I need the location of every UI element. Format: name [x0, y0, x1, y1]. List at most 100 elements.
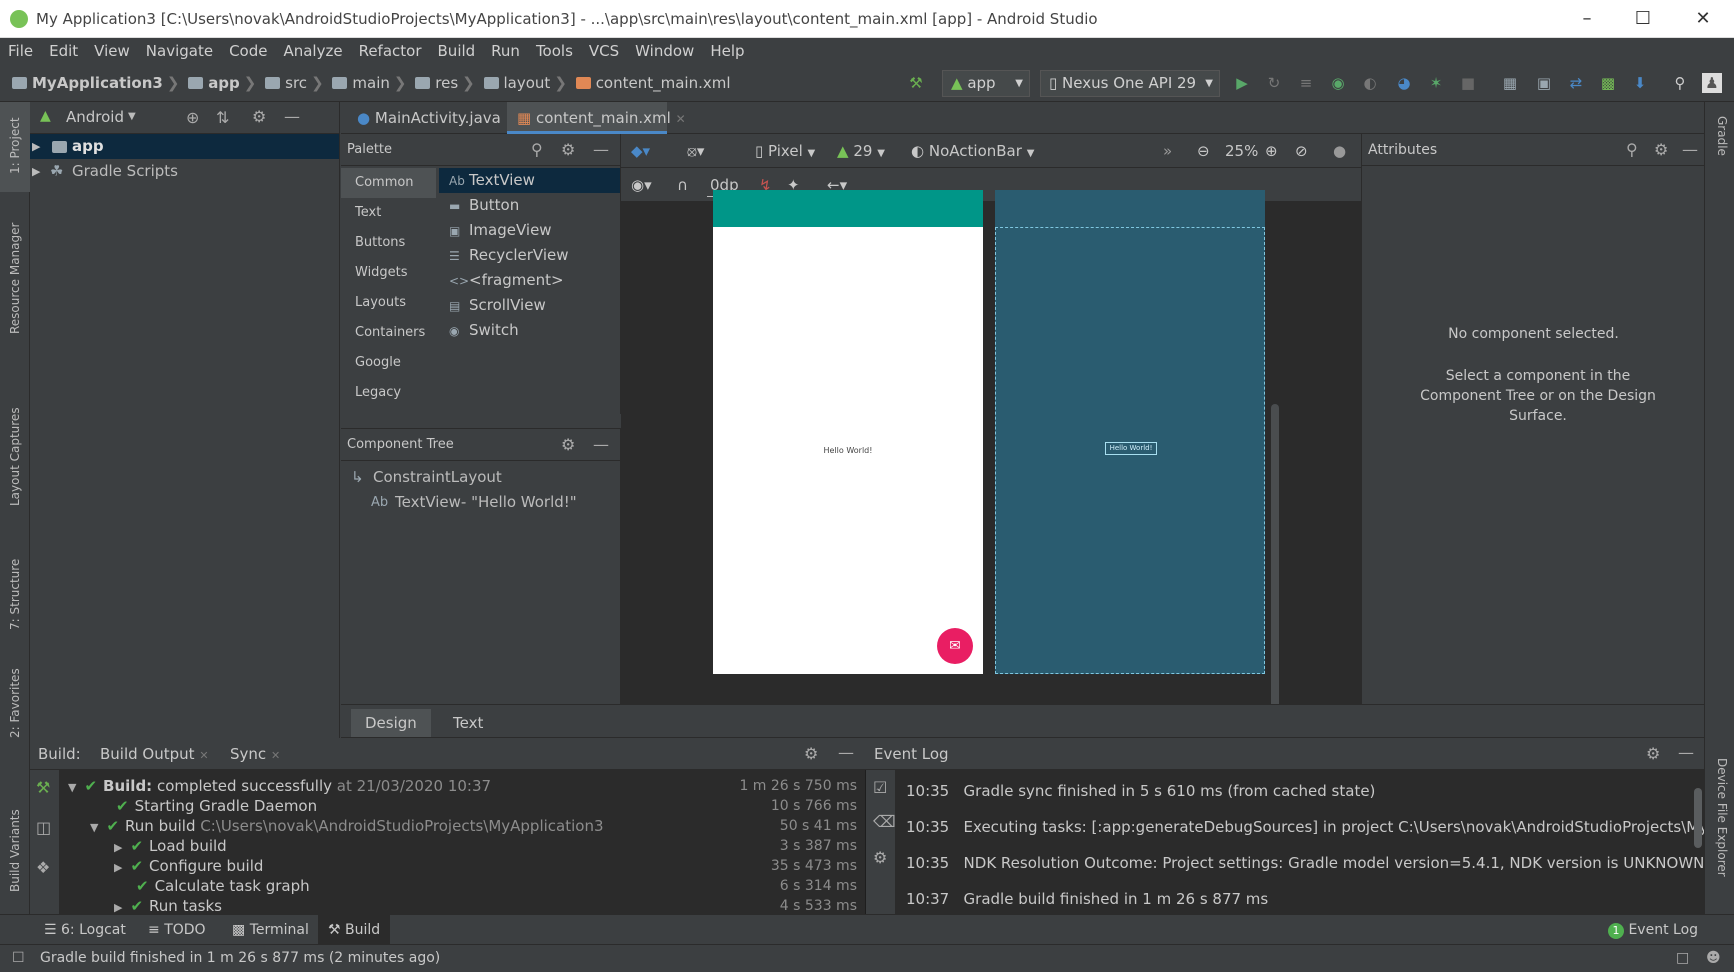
hammer-icon[interactable]: ⚒: [36, 778, 50, 797]
tab-design[interactable]: Design: [351, 709, 431, 737]
expand-arrow-icon[interactable]: ▶: [32, 159, 40, 184]
palette-category-layouts[interactable]: Layouts: [341, 288, 436, 318]
terminal-window-icon[interactable]: ▣: [1534, 73, 1554, 93]
build-row-run-build[interactable]: ▼ ✔ Run build C:\Users\novak\AndroidStudio…: [90, 816, 604, 836]
close-icon[interactable]: ✕: [1678, 4, 1728, 34]
hide-panel-icon[interactable]: —: [593, 134, 609, 166]
palette-category-buttons[interactable]: Buttons: [341, 228, 436, 258]
lock-icon[interactable]: □: [1676, 950, 1689, 966]
tool-build-variants[interactable]: Build Variants: [8, 809, 22, 892]
hide-panel-icon[interactable]: —: [838, 743, 854, 762]
tool-resource-manager[interactable]: Resource Manager: [8, 223, 22, 334]
hide-panel-icon[interactable]: —: [284, 107, 300, 126]
build-row-task-graph[interactable]: ✔ Calculate task graph: [136, 876, 310, 896]
menu-navigate[interactable]: Navigate: [138, 38, 221, 64]
tab-build[interactable]: ⚒ Build: [318, 915, 391, 945]
pin-icon[interactable]: ❖: [36, 858, 50, 877]
menu-refactor[interactable]: Refactor: [351, 38, 430, 64]
menu-vcs[interactable]: VCS: [581, 38, 627, 64]
more-chevron-icon[interactable]: »: [1163, 140, 1172, 162]
breadcrumb-main[interactable]: main: [352, 74, 389, 92]
palette-item-fragment[interactable]: <><fragment>: [439, 268, 620, 293]
close-tab-icon[interactable]: ✕: [676, 112, 686, 126]
menu-edit[interactable]: Edit: [41, 38, 86, 64]
design-preview[interactable]: Hello World! ✉: [713, 190, 983, 674]
apply-code-changes-icon[interactable]: ≡: [1296, 73, 1316, 93]
hello-world-text[interactable]: Hello World!: [713, 446, 983, 455]
locate-icon[interactable]: ⊕: [186, 108, 199, 127]
tab-build-output[interactable]: Build Output ✕: [100, 745, 209, 763]
gear-icon[interactable]: ⚙: [561, 429, 575, 461]
hide-panel-icon[interactable]: —: [1678, 743, 1694, 762]
palette-category-google[interactable]: Google: [341, 348, 436, 378]
coverage-icon[interactable]: ◐: [1360, 73, 1380, 93]
minimize-icon[interactable]: –: [1562, 4, 1612, 34]
chevron-down-icon[interactable]: ▼: [128, 111, 136, 122]
gear-icon[interactable]: ⚙: [252, 107, 266, 126]
tree-item-app[interactable]: ▶ app: [30, 134, 339, 159]
menu-build[interactable]: Build: [430, 38, 484, 64]
palette-category-widgets[interactable]: Widgets: [341, 258, 436, 288]
palette-item-imageview[interactable]: ▣ ImageView: [439, 218, 620, 243]
gear-icon[interactable]: ⚙: [561, 134, 575, 166]
tool-device-file-explorer[interactable]: Device File Explorer: [1715, 758, 1729, 877]
gear-icon[interactable]: ⚙: [1654, 134, 1668, 166]
tab-todo[interactable]: ≡ TODO: [138, 915, 216, 945]
palette-category-text[interactable]: Text: [341, 198, 436, 228]
theme-dropdown[interactable]: ◐ NoActionBar ▼: [911, 140, 1034, 165]
build-row-root[interactable]: ▼ ✔ Build: completed successfully at 21/03…: [68, 776, 491, 796]
event-log-button[interactable]: 1 Event Log: [1598, 915, 1708, 945]
sdk-manager-icon[interactable]: ⬇: [1630, 73, 1650, 93]
tool-gradle[interactable]: Gradle: [1715, 116, 1729, 156]
breadcrumb-file[interactable]: content_main.xml: [596, 74, 731, 92]
build-row-run-tasks[interactable]: ▶ ✔ Run tasks: [114, 896, 222, 916]
menu-file[interactable]: File: [0, 38, 41, 64]
tab-content-main[interactable]: ▦ content_main.xml ✕: [507, 102, 686, 134]
toggle-view-icon[interactable]: ◫: [36, 818, 51, 837]
mark-read-icon[interactable]: ☑: [873, 778, 887, 797]
tool-structure[interactable]: 7: Structure: [8, 559, 22, 630]
avd-manager-icon[interactable]: ▩: [1598, 73, 1618, 93]
tool-favorites[interactable]: 2: Favorites: [8, 668, 22, 738]
menu-code[interactable]: Code: [221, 38, 275, 64]
wrench-icon[interactable]: ⚙: [873, 848, 887, 867]
blueprint-textview[interactable]: Hello World!: [1105, 442, 1157, 455]
build-row-daemon[interactable]: ✔ Starting Gradle Daemon: [116, 796, 317, 816]
debug-icon[interactable]: ◉: [1328, 73, 1348, 93]
build-row-configure[interactable]: ▶ ✔ Configure build: [114, 856, 263, 876]
zoom-out-icon[interactable]: ⊖: [1197, 140, 1210, 162]
event-log-scrollbar[interactable]: [1694, 788, 1702, 848]
device-dropdown-design[interactable]: ▯ Pixel ▼: [755, 140, 815, 165]
api-level-dropdown[interactable]: ▲ 29 ▼: [837, 140, 885, 165]
palette-item-switch[interactable]: ◉ Switch: [439, 318, 620, 343]
user-account-icon[interactable]: ♟: [1702, 73, 1722, 93]
gear-icon[interactable]: ⚙: [804, 744, 818, 763]
breadcrumb-project[interactable]: MyApplication3: [32, 74, 163, 92]
tool-layout-captures[interactable]: Layout Captures: [8, 407, 22, 506]
gear-icon[interactable]: ⚙: [1646, 744, 1660, 763]
run-icon[interactable]: ▶: [1232, 73, 1252, 93]
menu-window[interactable]: Window: [627, 38, 702, 64]
palette-category-containers[interactable]: Containers: [341, 318, 436, 348]
fab-email-icon[interactable]: ✉: [937, 628, 973, 664]
breadcrumb-app[interactable]: app: [208, 74, 240, 92]
layers-icon[interactable]: ◆▾: [631, 140, 650, 162]
project-view-dropdown[interactable]: Android: [66, 108, 124, 126]
tab-terminal[interactable]: ▩ Terminal: [222, 915, 319, 945]
tree-constraintlayout[interactable]: ↳ ConstraintLayout: [341, 465, 620, 490]
eye-icon[interactable]: ◉▾: [631, 174, 652, 196]
menu-tools[interactable]: Tools: [528, 38, 581, 64]
search-everywhere-icon[interactable]: ⚲: [1670, 73, 1690, 93]
tab-sync[interactable]: Sync ✕: [230, 745, 280, 763]
palette-item-scrollview[interactable]: ▤ ScrollView: [439, 293, 620, 318]
orientation-icon[interactable]: ⦻▾: [687, 140, 704, 162]
attach-debugger-icon[interactable]: ✶: [1426, 73, 1446, 93]
hide-panel-icon[interactable]: —: [593, 429, 609, 461]
zoom-fit-icon[interactable]: ⊘: [1295, 140, 1308, 162]
run-config-dropdown[interactable]: ▲ app ▼: [942, 70, 1030, 97]
trash-icon[interactable]: ⌫: [873, 812, 896, 831]
tab-mainactivity[interactable]: ● MainActivity.java ✕: [347, 102, 516, 134]
hide-panel-icon[interactable]: —: [1682, 134, 1698, 166]
collapse-all-icon[interactable]: ⇅: [216, 108, 229, 127]
palette-item-textview[interactable]: Ab TextView: [439, 168, 620, 193]
